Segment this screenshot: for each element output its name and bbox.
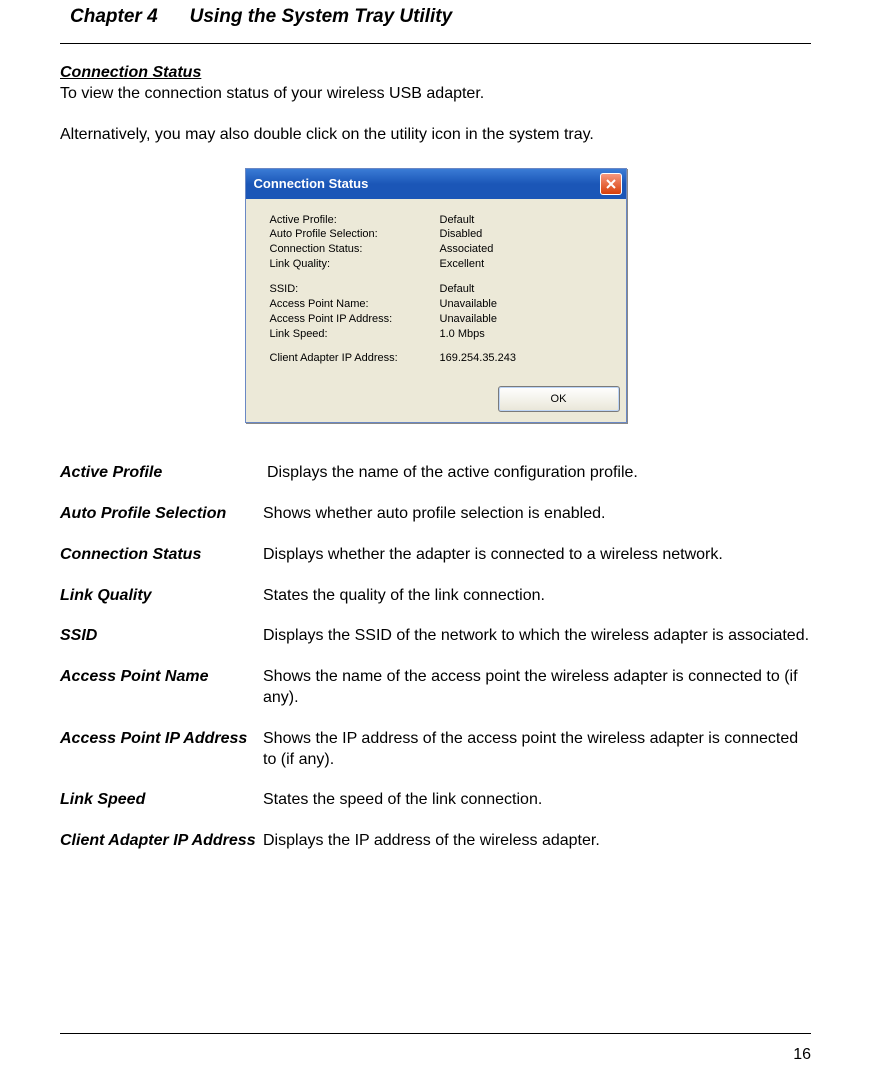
connection-status-dialog: Connection Status Active Profile:Default… bbox=[245, 168, 627, 424]
ok-button-label: OK bbox=[551, 393, 567, 405]
definition-term: Client Adapter IP Address bbox=[60, 831, 263, 852]
dialog-label: Client Adapter IP Address: bbox=[270, 351, 440, 366]
ok-button[interactable]: OK bbox=[498, 386, 620, 412]
dialog-label: Access Point Name: bbox=[270, 297, 440, 312]
dialog-label: SSID: bbox=[270, 282, 440, 297]
intro-line-1: To view the connection status of your wi… bbox=[60, 84, 811, 105]
definition-term: Link Speed bbox=[60, 790, 263, 811]
definition-term: SSID bbox=[60, 626, 263, 647]
dialog-label: Link Quality: bbox=[270, 257, 440, 272]
definition-term: Active Profile bbox=[60, 463, 263, 484]
definition-row: Active Profile Displays the name of the … bbox=[60, 463, 811, 484]
dialog-label: Active Profile: bbox=[270, 213, 440, 228]
definition-desc: Shows the name of the access point the w… bbox=[263, 667, 811, 709]
dialog-value: Default bbox=[440, 213, 475, 228]
dialog-value: Default bbox=[440, 282, 475, 297]
chapter-title: Using the System Tray Utility bbox=[190, 6, 453, 27]
dialog-body: Active Profile:Default Auto Profile Sele… bbox=[246, 199, 626, 377]
definition-term: Connection Status bbox=[60, 545, 263, 566]
dialog-row: Connection Status:Associated bbox=[270, 242, 616, 257]
close-button[interactable] bbox=[600, 173, 622, 195]
definition-row: Connection Status Displays whether the a… bbox=[60, 545, 811, 566]
definition-term: Access Point Name bbox=[60, 667, 263, 709]
close-icon bbox=[606, 179, 616, 189]
dialog-row: Access Point Name:Unavailable bbox=[270, 297, 616, 312]
dialog-value: Disabled bbox=[440, 227, 483, 242]
definition-row: Auto Profile Selection Shows whether aut… bbox=[60, 504, 811, 525]
dialog-value: Unavailable bbox=[440, 312, 497, 327]
definition-desc: Shows the IP address of the access point… bbox=[263, 729, 811, 771]
chapter-header: Chapter 4Using the System Tray Utility bbox=[60, 0, 811, 44]
dialog-label: Auto Profile Selection: bbox=[270, 227, 440, 242]
definition-term: Access Point IP Address bbox=[60, 729, 263, 771]
definition-desc: Displays the IP address of the wireless … bbox=[263, 831, 811, 852]
dialog-value: Unavailable bbox=[440, 297, 497, 312]
dialog-value: 169.254.35.243 bbox=[440, 351, 516, 366]
dialog-row: Link Speed:1.0 Mbps bbox=[270, 327, 616, 342]
dialog-title: Connection Status bbox=[254, 176, 369, 191]
dialog-label: Access Point IP Address: bbox=[270, 312, 440, 327]
definition-term: Link Quality bbox=[60, 586, 263, 607]
section-heading: Connection Status bbox=[60, 64, 811, 82]
definition-desc: States the quality of the link connectio… bbox=[263, 586, 811, 607]
definition-desc: Displays the SSID of the network to whic… bbox=[263, 626, 811, 647]
chapter-prefix: Chapter 4 bbox=[70, 6, 190, 28]
definition-row: Client Adapter IP Address Displays the I… bbox=[60, 831, 811, 852]
definition-desc: Displays whether the adapter is connecte… bbox=[263, 545, 811, 566]
page-number: 16 bbox=[793, 1046, 811, 1064]
definition-desc: States the speed of the link connection. bbox=[263, 790, 811, 811]
dialog-row: Active Profile:Default bbox=[270, 213, 616, 228]
footer-rule bbox=[60, 1033, 811, 1034]
dialog-illustration: Connection Status Active Profile:Default… bbox=[60, 168, 811, 424]
dialog-row: Client Adapter IP Address:169.254.35.243 bbox=[270, 351, 616, 366]
dialog-value: 1.0 Mbps bbox=[440, 327, 485, 342]
page: Chapter 4Using the System Tray Utility C… bbox=[0, 0, 871, 1080]
definition-row: Link Quality States the quality of the l… bbox=[60, 586, 811, 607]
definition-row: Access Point IP Address Shows the IP add… bbox=[60, 729, 811, 771]
dialog-row: Access Point IP Address:Unavailable bbox=[270, 312, 616, 327]
definition-row: Access Point Name Shows the name of the … bbox=[60, 667, 811, 709]
definition-desc: Shows whether auto profile selection is … bbox=[263, 504, 811, 525]
dialog-label: Connection Status: bbox=[270, 242, 440, 257]
definitions-list: Active Profile Displays the name of the … bbox=[60, 463, 811, 852]
definition-term: Auto Profile Selection bbox=[60, 504, 263, 525]
dialog-buttons: OK bbox=[246, 376, 626, 422]
dialog-value: Associated bbox=[440, 242, 494, 257]
definition-row: Link Speed States the speed of the link … bbox=[60, 790, 811, 811]
dialog-label: Link Speed: bbox=[270, 327, 440, 342]
dialog-row: SSID:Default bbox=[270, 282, 616, 297]
definition-desc: Displays the name of the active configur… bbox=[263, 463, 811, 484]
dialog-row: Auto Profile Selection:Disabled bbox=[270, 227, 616, 242]
dialog-row: Link Quality:Excellent bbox=[270, 257, 616, 272]
definition-row: SSID Displays the SSID of the network to… bbox=[60, 626, 811, 647]
dialog-titlebar: Connection Status bbox=[246, 169, 626, 199]
dialog-value: Excellent bbox=[440, 257, 485, 272]
intro-line-2: Alternatively, you may also double click… bbox=[60, 125, 811, 146]
